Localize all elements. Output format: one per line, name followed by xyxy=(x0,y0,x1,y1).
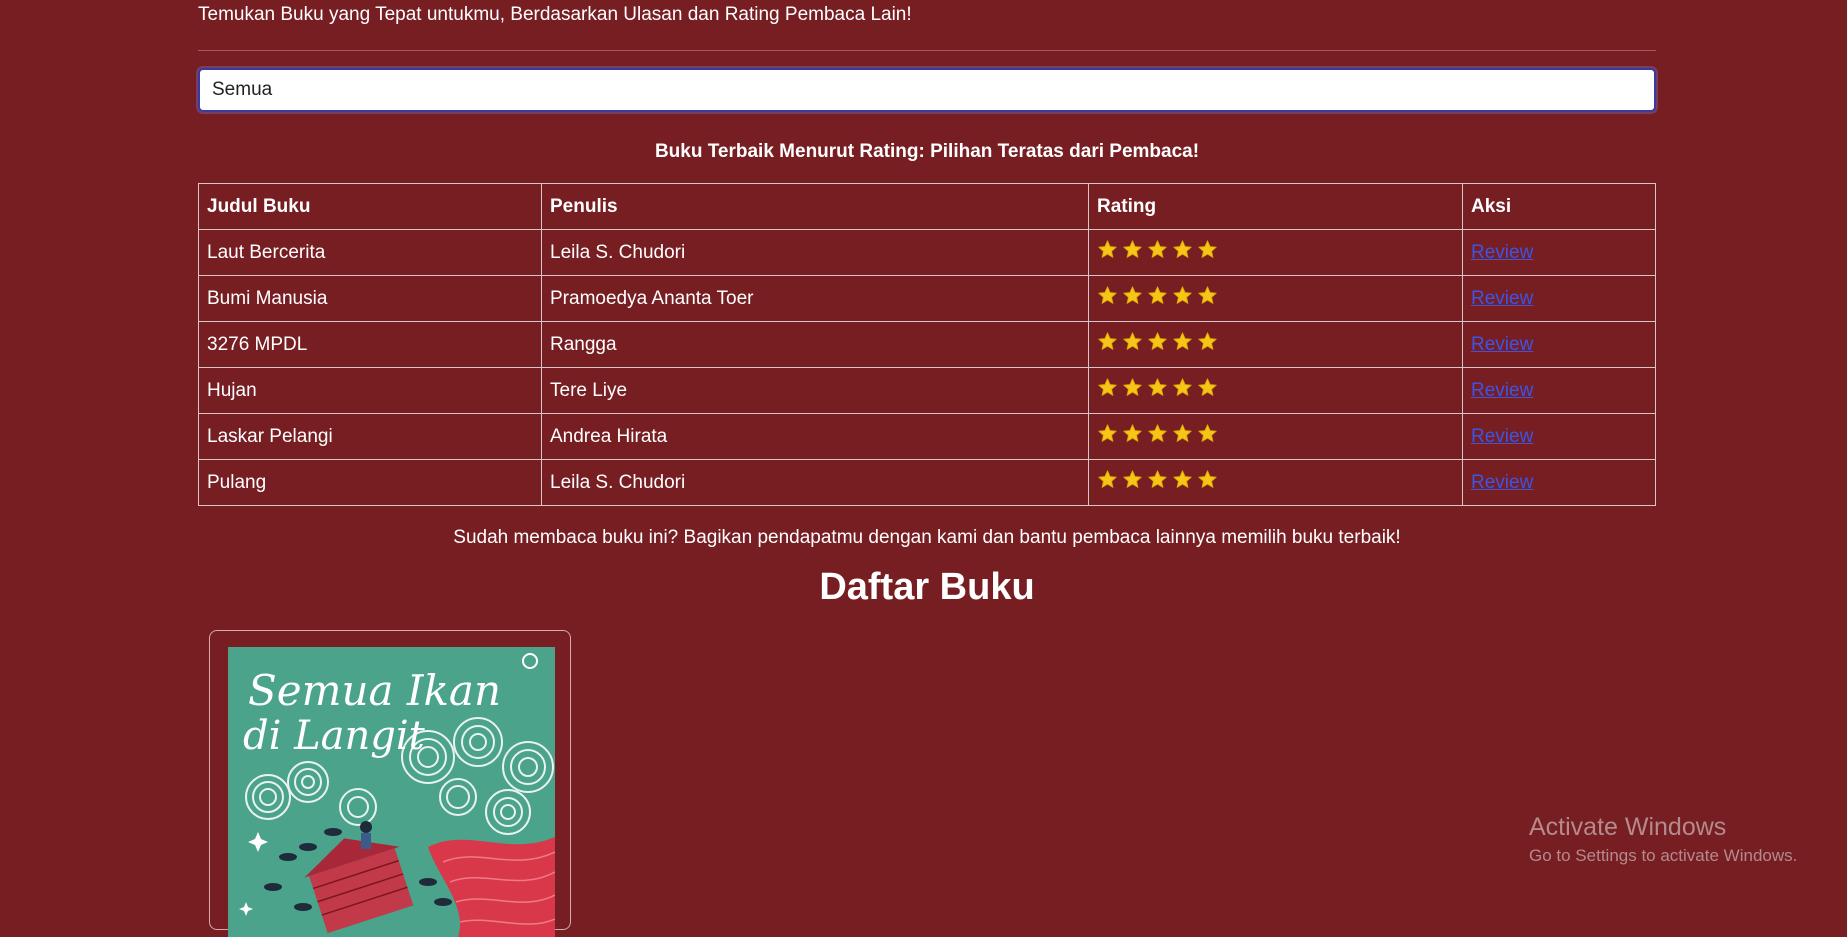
book-action-cell: Review xyxy=(1462,459,1656,506)
top-rated-title: Buku Terbaik Menurut Rating: Pilihan Ter… xyxy=(654,141,1200,162)
top-rated-table: Judul Buku Penulis Rating Aksi Laut Berc… xyxy=(198,183,1656,506)
star-icon xyxy=(1173,332,1192,350)
review-link[interactable]: Review xyxy=(1471,242,1533,263)
star-icon xyxy=(1148,424,1167,442)
book-author-cell: Tere Liye xyxy=(541,367,1089,414)
book-list-title: Daftar Buku xyxy=(819,566,1035,608)
search-input[interactable] xyxy=(198,68,1656,112)
column-header-title: Judul Buku xyxy=(198,183,542,230)
book-title-cell: 3276 MPDL xyxy=(198,321,542,368)
review-link[interactable]: Review xyxy=(1471,380,1533,401)
star-icon xyxy=(1098,240,1117,258)
book-action-cell: Review xyxy=(1462,229,1656,276)
star-icon xyxy=(1123,424,1142,442)
star-rating xyxy=(1097,377,1218,398)
watermark-title: Activate Windows xyxy=(1529,813,1727,841)
divider xyxy=(198,50,1656,51)
star-icon xyxy=(1198,332,1217,350)
star-rating xyxy=(1097,239,1218,260)
table-header-row: Judul Buku Penulis Rating Aksi xyxy=(198,183,1656,230)
search-wrap xyxy=(198,68,1656,112)
book-title-cell: Pulang xyxy=(198,459,542,506)
table-row: Bumi Manusia Pramoedya Ananta Toer Review xyxy=(198,275,1656,322)
star-icon xyxy=(1123,332,1142,350)
star-icon xyxy=(1148,470,1167,488)
star-icon xyxy=(1098,470,1117,488)
page-tagline: Temukan Buku yang Tepat untukmu, Berdasa… xyxy=(198,4,912,25)
book-title-cell: Hujan xyxy=(198,367,542,414)
table-row: Hujan Tere Liye Review xyxy=(198,367,1656,414)
star-icon xyxy=(1098,378,1117,396)
watermark-subtitle: Go to Settings to activate Windows. xyxy=(1529,846,1798,865)
star-icon xyxy=(1173,470,1192,488)
star-icon xyxy=(1198,470,1217,488)
cover-title-line2: di Langit xyxy=(243,713,426,759)
activate-windows-watermark: Activate Windows Go to Settings to activ… xyxy=(1529,812,1797,867)
review-link[interactable]: Review xyxy=(1471,334,1533,355)
star-icon xyxy=(1198,378,1217,396)
book-action-cell: Review xyxy=(1462,413,1656,460)
book-author-cell: Leila S. Chudori xyxy=(541,459,1089,506)
book-rating-cell xyxy=(1088,229,1463,276)
column-header-author: Penulis xyxy=(541,183,1089,230)
book-cover-image[interactable]: Semua Ikan di Langit xyxy=(228,647,555,937)
book-rating-cell xyxy=(1088,459,1463,506)
star-icon xyxy=(1148,286,1167,304)
star-icon xyxy=(1173,424,1192,442)
star-icon xyxy=(1148,332,1167,350)
book-rating-cell xyxy=(1088,321,1463,368)
column-header-rating: Rating xyxy=(1088,183,1463,230)
star-icon xyxy=(1098,424,1117,442)
book-title-cell: Laskar Pelangi xyxy=(198,413,542,460)
star-rating xyxy=(1097,285,1218,306)
book-title-cell: Laut Bercerita xyxy=(198,229,542,276)
star-icon xyxy=(1173,286,1192,304)
book-author-cell: Rangga xyxy=(541,321,1089,368)
main-container: Temukan Buku yang Tepat untukmu, Berdasa… xyxy=(198,0,1656,609)
book-action-cell: Review xyxy=(1462,321,1656,368)
star-icon xyxy=(1198,286,1217,304)
review-link[interactable]: Review xyxy=(1471,472,1533,493)
star-rating xyxy=(1097,423,1218,444)
table-row: Pulang Leila S. Chudori Review xyxy=(198,459,1656,506)
star-icon xyxy=(1173,378,1192,396)
star-icon xyxy=(1123,240,1142,258)
table-row: Laskar Pelangi Andrea Hirata Review xyxy=(198,413,1656,460)
book-action-cell: Review xyxy=(1462,275,1656,322)
star-icon xyxy=(1123,286,1142,304)
review-link[interactable]: Review xyxy=(1471,288,1533,309)
book-author-cell: Pramoedya Ananta Toer xyxy=(541,275,1089,322)
star-icon xyxy=(1198,424,1217,442)
column-header-action: Aksi xyxy=(1462,183,1656,230)
star-icon xyxy=(1148,240,1167,258)
book-title-cell: Bumi Manusia xyxy=(198,275,542,322)
star-rating xyxy=(1097,331,1218,352)
book-author-cell: Leila S. Chudori xyxy=(541,229,1089,276)
book-author-cell: Andrea Hirata xyxy=(541,413,1089,460)
book-action-cell: Review xyxy=(1462,367,1656,414)
table-row: 3276 MPDL Rangga Review xyxy=(198,321,1656,368)
star-rating xyxy=(1097,469,1218,490)
cover-title-line1: Semua Ikan xyxy=(248,666,501,715)
book-rating-cell xyxy=(1088,275,1463,322)
book-rating-cell xyxy=(1088,367,1463,414)
star-icon xyxy=(1123,378,1142,396)
table-row: Laut Bercerita Leila S. Chudori Review xyxy=(198,229,1656,276)
star-icon xyxy=(1098,332,1117,350)
book-rating-cell xyxy=(1088,413,1463,460)
star-icon xyxy=(1173,240,1192,258)
book-card[interactable]: Semua Ikan di Langit xyxy=(209,630,571,937)
review-link[interactable]: Review xyxy=(1471,426,1533,447)
star-icon xyxy=(1098,286,1117,304)
star-icon xyxy=(1198,240,1217,258)
cta-text: Sudah membaca buku ini? Bagikan pendapat… xyxy=(453,527,1401,548)
star-icon xyxy=(1148,378,1167,396)
star-icon xyxy=(1123,470,1142,488)
table-body: Laut Bercerita Leila S. Chudori Review Bumi… xyxy=(198,229,1656,506)
